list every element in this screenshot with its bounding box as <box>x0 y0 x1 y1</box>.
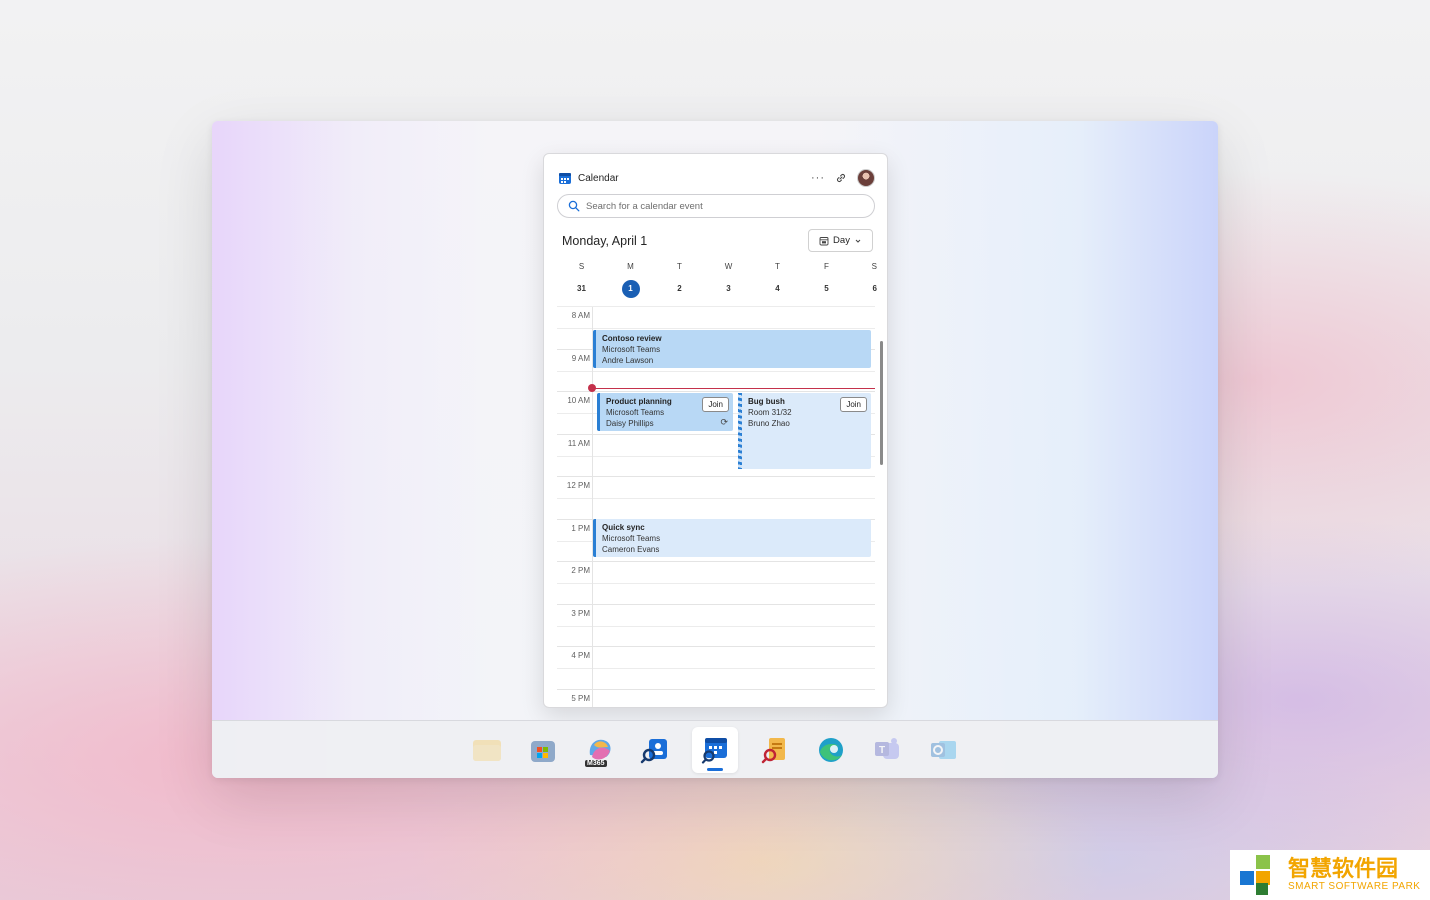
join-button[interactable]: Join <box>702 397 729 412</box>
day-letter: W <box>724 262 733 271</box>
date-cell[interactable]: 3 <box>704 280 753 298</box>
date-cell[interactable]: 4 <box>753 280 802 298</box>
half-hour-line <box>557 668 875 669</box>
taskbar: M365 T <box>212 720 1218 778</box>
watermark-logo-icon <box>1240 855 1270 895</box>
day-letter: T <box>775 262 780 271</box>
day-letter: S <box>578 262 585 271</box>
people-search-icon[interactable] <box>636 731 674 769</box>
half-hour-line <box>557 583 875 584</box>
week-day-letters: S M T W T F S <box>557 262 877 271</box>
outlook-icon[interactable] <box>924 731 962 769</box>
scrollbar-thumb[interactable] <box>880 341 883 465</box>
calendar-panel: Calendar ··· Monday, April 1 <box>543 153 888 708</box>
date-cell[interactable]: 31 <box>557 280 606 298</box>
hour-label: 11 AM <box>567 438 590 448</box>
join-button[interactable]: Join <box>840 397 867 412</box>
hour-slot[interactable]: 3 PM <box>557 605 875 648</box>
watermark: 智慧软件园 SMART SOFTWARE PARK <box>1230 850 1430 900</box>
hour-label: 1 PM <box>571 523 590 533</box>
avatar[interactable] <box>857 169 875 187</box>
hour-label: 2 PM <box>571 566 590 575</box>
date-cell[interactable]: 5 <box>802 280 851 298</box>
m365-badge: M365 <box>585 759 607 767</box>
half-hour-line <box>557 370 875 372</box>
desktop-window: Calendar ··· Monday, April 1 <box>212 121 1218 778</box>
event-organizer: Bruno Zhao <box>748 419 790 428</box>
event-organizer: Daisy Phillips <box>606 419 654 428</box>
event-location: Microsoft Teams <box>602 534 661 543</box>
day-grid[interactable]: 8 AM 9 AM 10 AM 11 AM 12 PM 1 PM 2 PM 3 … <box>557 306 875 708</box>
date-title: Monday, April 1 <box>562 234 648 248</box>
event-product-planning[interactable]: Product planning Microsoft Teams Daisy P… <box>597 393 733 431</box>
app-title: Calendar <box>578 172 619 184</box>
m365-copilot-icon[interactable]: M365 <box>580 731 618 769</box>
file-explorer-icon[interactable] <box>468 731 506 769</box>
half-hour-line <box>557 498 875 499</box>
day-letter: M <box>627 262 634 271</box>
watermark-english: SMART SOFTWARE PARK <box>1288 880 1421 892</box>
event-title: Quick sync <box>602 523 645 532</box>
header-actions: ··· <box>811 169 875 187</box>
hour-label: 9 AM <box>571 353 590 363</box>
day-letter: T <box>677 262 682 271</box>
half-hour-line <box>557 625 875 627</box>
watermark-chinese: 智慧软件园 <box>1288 856 1399 882</box>
calendar-view-icon <box>819 236 829 245</box>
recurring-icon: ⟳ <box>720 417 728 427</box>
edge-icon[interactable] <box>812 731 850 769</box>
event-organizer: Andre Lawson <box>602 356 654 365</box>
hour-slot[interactable]: 5 PM <box>557 690 875 708</box>
svg-text:T: T <box>879 745 885 756</box>
calendar-app-icon <box>559 173 571 184</box>
half-hour-line <box>557 328 875 329</box>
event-contoso-review[interactable]: Contoso review Microsoft Teams Andre Law… <box>593 330 871 368</box>
store-icon[interactable] <box>524 731 562 769</box>
hour-slot[interactable]: 12 PM <box>557 477 875 520</box>
hour-slot[interactable]: 2 PM <box>557 562 875 605</box>
hour-label: 12 PM <box>566 481 590 490</box>
day-letter: F <box>824 262 829 271</box>
date-cell[interactable]: 2 <box>655 280 704 298</box>
search-input[interactable] <box>586 200 856 212</box>
search-icon <box>568 200 580 212</box>
date-cell-selected[interactable]: 1 <box>606 280 655 298</box>
day-letter: S <box>871 262 877 271</box>
week-dates: 31 1 2 3 4 5 6 <box>557 280 877 298</box>
hour-label: 10 AM <box>567 396 590 405</box>
hour-label: 3 PM <box>571 608 590 618</box>
hour-label: 8 AM <box>571 311 590 320</box>
hour-slot[interactable]: 4 PM <box>557 647 875 690</box>
week-strip: S M T W T F S 31 1 2 3 4 5 6 <box>557 262 877 298</box>
search-box[interactable] <box>557 194 875 218</box>
today-indicator: 1 <box>621 280 640 298</box>
link-icon[interactable] <box>835 172 847 184</box>
hour-label: 5 PM <box>571 693 590 703</box>
event-organizer: Cameron Evans <box>602 545 660 554</box>
current-time-dot <box>588 384 596 392</box>
event-bug-bush[interactable]: Bug bush Room 31/32 Bruno Zhao Join <box>738 393 871 469</box>
file-search-icon[interactable] <box>756 731 794 769</box>
teams-icon[interactable]: T <box>868 731 906 769</box>
event-quick-sync[interactable]: Quick sync Microsoft Teams Cameron Evans <box>593 519 871 557</box>
calendar-search-icon[interactable] <box>692 726 738 773</box>
date-cell[interactable]: 6 <box>851 280 877 298</box>
watermark-text: 智慧软件园 SMART SOFTWARE PARK <box>1288 856 1421 892</box>
view-switcher-button[interactable]: Day <box>808 229 873 252</box>
panel-header: Calendar ··· <box>558 168 875 188</box>
view-label: Day <box>833 235 850 246</box>
current-time-line <box>593 388 875 389</box>
chevron-down-icon <box>855 239 861 243</box>
hour-label: 4 PM <box>571 651 590 660</box>
event-title: Contoso review <box>602 334 662 343</box>
event-location: Microsoft Teams <box>602 345 661 354</box>
more-options-icon[interactable]: ··· <box>811 173 825 184</box>
